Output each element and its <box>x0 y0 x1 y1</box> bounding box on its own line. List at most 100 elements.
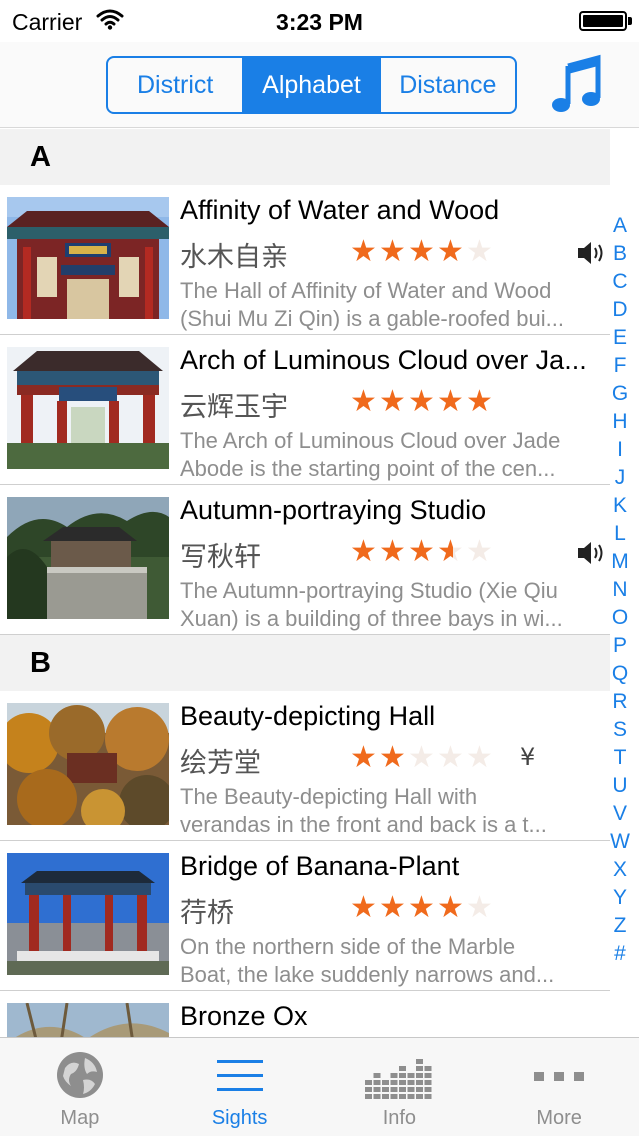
tab-more[interactable]: More <box>479 1038 639 1136</box>
index-letter[interactable]: # <box>605 940 635 968</box>
rating-stars: ★ ★ ★ ★ ★ <box>350 741 495 775</box>
status-bar: Carrier 3:23 PM <box>0 0 639 42</box>
star-icon: ★ <box>379 534 406 569</box>
section-index-bar[interactable]: A B C D E F G H I J K L M N O P Q R S T U V W X Y Z # <box>605 212 635 968</box>
sight-description: The Beauty-depicting Hall with verandas … <box>180 783 608 839</box>
list-icon <box>215 1050 265 1105</box>
index-letter[interactable]: K <box>605 492 635 520</box>
sight-description-line: Abode is the starting point of the cen..… <box>180 456 556 481</box>
star-icon: ★ <box>379 384 406 419</box>
rating-stars: ★ ★ ★ ★ ★ <box>350 385 495 419</box>
rating-stars: ★ ★ ★ ★ ★ <box>350 535 495 569</box>
star-icon: ★ <box>350 890 377 925</box>
index-letter[interactable]: C <box>605 268 635 296</box>
tab-more-label: More <box>536 1107 582 1129</box>
index-letter[interactable]: T <box>605 744 635 772</box>
index-letter[interactable]: W <box>605 828 635 856</box>
star-icon: ★ <box>350 740 377 775</box>
battery-tip <box>628 17 632 25</box>
index-letter[interactable]: M <box>605 548 635 576</box>
sight-title: Beauty-depicting Hall <box>180 701 436 731</box>
index-letter[interactable]: O <box>605 604 635 632</box>
star-icon: ★ <box>437 234 464 269</box>
list-item[interactable]: Affinity of Water and Wood 水木自亲 ★ ★ ★ ★ ★ Th… <box>0 185 610 335</box>
speaker-icon[interactable] <box>576 240 606 271</box>
index-letter[interactable]: N <box>605 576 635 604</box>
status-time: 3:23 PM <box>276 9 363 35</box>
sight-description: The Hall of Affinity of Water and Wood (… <box>180 277 608 333</box>
star-icon: ★ <box>379 890 406 925</box>
sight-thumbnail <box>7 1003 169 1037</box>
tab-bar: Map Sights Info More <box>0 1037 639 1136</box>
index-letter[interactable]: X <box>605 856 635 884</box>
sight-description: The Autumn-portraying Studio (Xie Qiu Xu… <box>180 577 608 633</box>
sight-chinese-name: 写秋轩 <box>180 542 261 573</box>
segment-distance[interactable]: Distance <box>378 58 515 112</box>
index-letter[interactable]: I <box>605 436 635 464</box>
sights-list[interactable]: A Affinity of Water and Wood 水木自亲 ★ ★ ★ ★ ★ <box>0 129 610 1037</box>
sight-thumbnail <box>7 497 169 619</box>
sight-thumbnail <box>7 853 169 975</box>
nav-bar: District Alphabet Distance <box>0 42 639 128</box>
index-letter[interactable]: P <box>605 632 635 660</box>
more-dots-icon <box>534 1050 585 1105</box>
index-letter[interactable]: Q <box>605 660 635 688</box>
index-letter[interactable]: S <box>605 716 635 744</box>
rating-stars: ★ ★ ★ ★ ★ <box>350 235 495 269</box>
speaker-icon[interactable] <box>576 540 606 571</box>
fee-yen-icon: ¥ <box>520 743 536 771</box>
index-letter[interactable]: R <box>605 688 635 716</box>
index-letter[interactable]: J <box>605 464 635 492</box>
list-item[interactable]: Bronze Ox <box>0 991 610 1037</box>
sight-chinese-name: 荇桥 <box>180 898 234 929</box>
sight-description-line: The Autumn-portraying Studio (Xie Qiu <box>180 578 558 603</box>
sight-description-line: Xuan) is a building of three bays in wi.… <box>180 606 563 631</box>
star-icon: ★ <box>408 740 435 775</box>
sight-title: Bridge of Banana-Plant <box>180 851 460 881</box>
index-letter[interactable]: L <box>605 520 635 548</box>
index-letter[interactable]: G <box>605 380 635 408</box>
list-item[interactable]: Arch of Luminous Cloud over Ja... 云辉玉宇 ★… <box>0 335 610 485</box>
section-header-b: B <box>0 635 610 691</box>
music-note-icon[interactable] <box>552 54 604 114</box>
sight-title: Affinity of Water and Wood <box>180 195 500 225</box>
index-letter[interactable]: V <box>605 800 635 828</box>
sight-description-line: Boat, the lake suddenly narrows and... <box>180 962 555 987</box>
star-icon: ★ <box>408 890 435 925</box>
tab-sights[interactable]: Sights <box>160 1038 320 1136</box>
star-icon: ★ <box>466 384 493 419</box>
tab-sights-label: Sights <box>211 1107 268 1129</box>
star-icon: ★ <box>437 535 466 569</box>
index-letter[interactable]: Y <box>605 884 635 912</box>
sight-description: The Arch of Luminous Cloud over Jade Abo… <box>180 427 608 483</box>
index-letter[interactable]: Z <box>605 912 635 940</box>
sort-segmented-control: District Alphabet Distance <box>106 56 517 114</box>
list-item[interactable]: Bridge of Banana-Plant 荇桥 ★ ★ ★ ★ ★ On the n… <box>0 841 610 991</box>
star-icon: ★ <box>466 740 493 775</box>
segment-district[interactable]: District <box>108 58 242 112</box>
segment-alphabet[interactable]: Alphabet <box>242 58 379 112</box>
star-icon: ★ <box>350 384 377 419</box>
star-icon: ★ <box>408 384 435 419</box>
tab-info-label: Info <box>382 1107 417 1129</box>
list-item[interactable]: Autumn-portraying Studio 写秋轩 ★ ★ ★ ★ ★ The A… <box>0 485 610 635</box>
sight-title: Arch of Luminous Cloud over Ja... <box>180 345 587 375</box>
index-letter[interactable]: B <box>605 240 635 268</box>
index-letter[interactable]: F <box>605 352 635 380</box>
tab-map[interactable]: Map <box>0 1038 160 1136</box>
index-letter[interactable]: A <box>605 212 635 240</box>
sight-chinese-name: 云辉玉宇 <box>180 392 288 423</box>
star-icon: ★ <box>350 234 377 269</box>
index-letter[interactable]: U <box>605 772 635 800</box>
index-letter[interactable]: E <box>605 324 635 352</box>
star-icon: ★ <box>466 234 493 269</box>
sight-description-line: The Hall of Affinity of Water and Wood <box>180 278 552 303</box>
tab-info[interactable]: Info <box>320 1038 480 1136</box>
sight-description-line: (Shui Mu Zi Qin) is a gable-roofed bui..… <box>180 306 564 331</box>
sight-description-line: verandas in the front and back is a t... <box>180 812 547 837</box>
index-letter[interactable]: H <box>605 408 635 436</box>
sight-chinese-name: 水木自亲 <box>180 242 288 273</box>
list-item[interactable]: Beauty-depicting Hall 绘芳堂 ★ ★ ★ ★ ★ ¥ The Be… <box>0 691 610 841</box>
index-letter[interactable]: D <box>605 296 635 324</box>
star-icon: ★ <box>466 534 493 569</box>
